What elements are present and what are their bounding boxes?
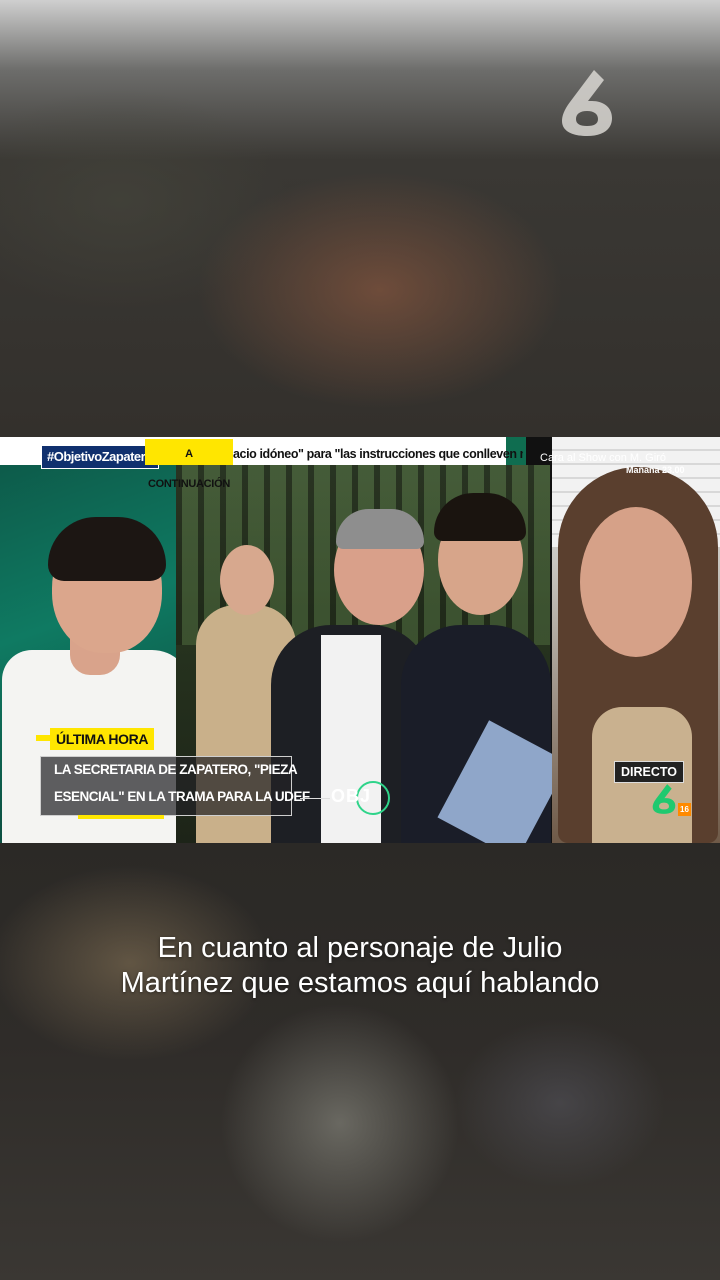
subtitle-line-1: En cuanto al personaje de Julio — [157, 932, 563, 964]
blurred-background-bottom — [0, 843, 720, 1280]
next-label: A CONTINUACIÓN — [145, 439, 233, 490]
guest-promo-caption: Cara al Show con M. Giró — [540, 452, 666, 464]
ticker-text: acio idóneo" para "las instrucciones que… — [233, 447, 523, 461]
breaking-tick — [36, 735, 50, 741]
photo-person-left-face — [220, 545, 274, 615]
blurred-background-top — [0, 0, 720, 437]
hashtag-badge: #ObjetivoZapatero — [41, 445, 159, 469]
live-label: DIRECTO — [614, 761, 685, 783]
headline-line-1: LA SECRETARIA DE ZAPATERO, "PIEZA — [54, 762, 298, 777]
guest-promo-time: Mañana 23.00 — [626, 465, 685, 475]
show-tag: OBJ — [331, 786, 372, 806]
photo-person-center-hair — [336, 509, 424, 549]
lasexta-green-logo-icon — [652, 784, 676, 814]
show-tag-connector — [300, 798, 330, 799]
presenter-hair — [48, 517, 166, 581]
tv-broadcast-frame: #ObjetivoZapatero A CONTINUACIÓN acio id… — [0, 437, 720, 843]
lasexta-logo-icon — [562, 70, 612, 136]
headline-underline — [78, 815, 164, 819]
age-rating-badge: 16 — [678, 803, 691, 816]
subtitle-line-2: Martínez que estamos aquí hablando — [120, 967, 600, 999]
breaking-news-label: ÚLTIMA HORA — [50, 728, 155, 750]
guest-face — [580, 507, 692, 657]
headline-line-2: ESENCIAL" EN LA TRAMA PARA LA UDEF — [54, 789, 310, 804]
